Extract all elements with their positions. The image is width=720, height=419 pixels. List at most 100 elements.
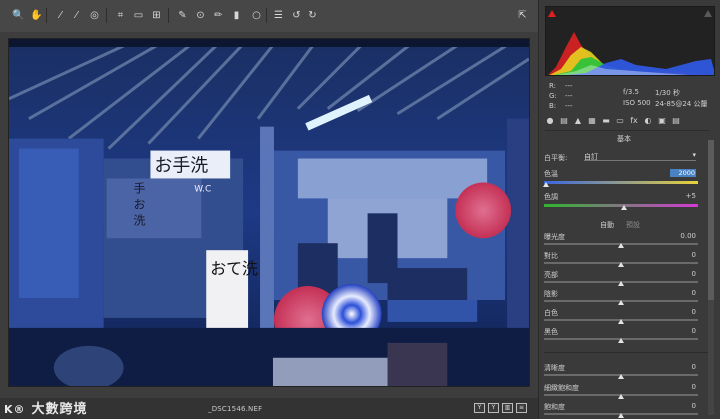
- snapshots-icon[interactable]: ▤: [671, 116, 681, 126]
- default-button[interactable]: 預設: [626, 220, 640, 230]
- tone-slider-value-3[interactable]: 0: [666, 289, 696, 297]
- white-balance-value: 自訂: [584, 153, 598, 161]
- radial-filter-icon[interactable]: ○: [250, 9, 263, 22]
- tone-curve-icon[interactable]: ▤: [559, 116, 569, 126]
- tone-slider-label-1: 對比: [544, 252, 558, 260]
- rgb-g-value: ---: [565, 92, 573, 100]
- view-before-after-button[interactable]: Y: [474, 403, 485, 413]
- presence-slider-label-1: 細緻飽和度: [544, 384, 579, 392]
- rgb-g-label: G:: [549, 92, 557, 100]
- tone-slider-value-1[interactable]: 0: [666, 251, 696, 259]
- white-balance-icon[interactable]: ⁄: [54, 9, 67, 22]
- sign-wc: W.C: [194, 184, 211, 194]
- panel-title: 基本: [617, 135, 631, 143]
- toolbar-separator: [266, 8, 267, 23]
- panel-tabs: ● ▤ ▲ ▦ ▬ ▭ fx ◐ ▣ ▤: [539, 116, 720, 128]
- chevron-down-icon: ▾: [692, 151, 696, 159]
- tint-label: 色調: [544, 193, 558, 201]
- spot-removal-icon[interactable]: ✎: [176, 9, 189, 22]
- tone-slider-thumb-3[interactable]: [618, 300, 624, 305]
- tone-slider-thumb-4[interactable]: [618, 319, 624, 324]
- presets-icon[interactable]: ▣: [657, 116, 667, 126]
- toolbar-separator: [106, 8, 107, 23]
- sign-text-top: お手洗: [154, 155, 208, 176]
- targeted-adjust-icon[interactable]: ◎: [88, 9, 101, 22]
- highlight-clipping-warning-icon[interactable]: [704, 9, 712, 17]
- shadow-clipping-warning-icon[interactable]: [548, 9, 556, 17]
- toggle-fullscreen-icon[interactable]: ⇱: [516, 9, 529, 22]
- presence-slider-label-0: 清晰度: [544, 364, 565, 372]
- white-balance-select[interactable]: 自訂 ▾: [584, 151, 696, 161]
- tone-slider-thumb-2[interactable]: [618, 281, 624, 286]
- tone-slider-label-4: 白色: [544, 309, 558, 317]
- shutter-value: 1/30 秒: [655, 89, 680, 97]
- presence-slider-value-1[interactable]: 0: [666, 383, 696, 391]
- rgb-r-label: R:: [549, 82, 557, 90]
- temperature-label: 色溫: [544, 170, 558, 178]
- tone-slider-thumb-0[interactable]: [618, 243, 624, 248]
- presence-slider-value-2[interactable]: 0: [666, 402, 696, 410]
- tone-slider-label-2: 亮部: [544, 271, 558, 279]
- detail-icon[interactable]: ▲: [573, 116, 583, 126]
- tone-slider-value-4[interactable]: 0: [666, 308, 696, 316]
- presence-slider-thumb-1[interactable]: [618, 394, 624, 399]
- temperature-slider-thumb[interactable]: [542, 182, 549, 187]
- camera-calibration-icon[interactable]: ◐: [643, 116, 653, 126]
- crop-icon[interactable]: ⌗: [114, 9, 127, 22]
- red-eye-icon[interactable]: ⊙: [194, 9, 207, 22]
- rgb-r-value: ---: [565, 82, 573, 90]
- image-preview[interactable]: お手洗 手 お 洗 W.C おて洗: [8, 38, 530, 387]
- split-toning-icon[interactable]: ▬: [601, 116, 611, 126]
- hand-icon[interactable]: ✋: [30, 9, 43, 22]
- white-balance-label: 白平衡:: [544, 154, 568, 162]
- tone-slider-label-3: 陰影: [544, 290, 558, 298]
- toolbar-separator: [168, 8, 169, 23]
- rotate-cw-icon[interactable]: ↻: [306, 9, 319, 22]
- toolbar: 🔍 ✋ ⁄ ⁄ ◎ ⌗ ▭ ⊞ ✎ ⊙ ✏ ▮ ○ ☰ ↺ ↻ ⇱: [0, 0, 540, 32]
- graduated-filter-icon[interactable]: ▮: [230, 9, 243, 22]
- view-copy-settings-button[interactable]: ▥: [502, 403, 513, 413]
- presence-slider-value-0[interactable]: 0: [666, 363, 696, 371]
- effects-icon[interactable]: fx: [629, 116, 639, 126]
- toolbar-separator: [46, 8, 47, 23]
- tone-slider-label-5: 黑色: [544, 328, 558, 336]
- tint-slider-thumb[interactable]: [621, 205, 628, 210]
- tone-slider-value-5[interactable]: 0: [666, 327, 696, 335]
- color-sampler-icon[interactable]: ⁄: [70, 9, 83, 22]
- filename-label: _DSC1546.NEF: [208, 405, 263, 413]
- section-divider: [544, 352, 708, 353]
- presence-slider-thumb-2[interactable]: [618, 413, 624, 418]
- adjustment-brush-icon[interactable]: ✏: [212, 9, 225, 22]
- panel-scrollbar[interactable]: [708, 140, 714, 415]
- view-swap-button[interactable]: Y: [488, 403, 499, 413]
- photo-scene: お手洗 手 お 洗 W.C おて洗: [9, 39, 529, 386]
- sign-text-vertical: おて洗: [210, 259, 258, 278]
- rgb-b-value: ---: [565, 102, 573, 110]
- straighten-icon[interactable]: ▭: [132, 9, 145, 22]
- temperature-value[interactable]: 2000: [670, 169, 696, 177]
- lens-corrections-icon[interactable]: ▭: [615, 116, 625, 126]
- histogram: [545, 6, 715, 76]
- view-toggle-button[interactable]: ≡: [516, 403, 527, 413]
- watermark: K® 大數跨境: [4, 398, 88, 417]
- temperature-track[interactable]: [544, 181, 698, 184]
- tone-slider-value-0[interactable]: 0.00: [666, 232, 696, 240]
- tone-slider-thumb-5[interactable]: [618, 338, 624, 343]
- tone-slider-thumb-1[interactable]: [618, 262, 624, 267]
- transform-icon[interactable]: ⊞: [150, 9, 163, 22]
- tone-slider-value-2[interactable]: 0: [666, 270, 696, 278]
- basic-icon[interactable]: ●: [545, 116, 555, 126]
- presence-slider-thumb-0[interactable]: [618, 374, 624, 379]
- preferences-icon[interactable]: ☰: [272, 9, 285, 22]
- auto-button[interactable]: 自動: [600, 220, 614, 230]
- watermark-text: 大數跨境: [31, 402, 88, 417]
- scrollbar-thumb[interactable]: [708, 140, 714, 300]
- aperture-value: f/3.5: [623, 88, 639, 96]
- zoom-icon[interactable]: 🔍: [12, 9, 25, 22]
- watermark-logo: K®: [4, 403, 26, 416]
- tone-slider-label-0: 曝光度: [544, 233, 565, 241]
- hsl-icon[interactable]: ▦: [587, 116, 597, 126]
- sign-side-2: お: [134, 197, 146, 211]
- tint-value[interactable]: +5: [666, 192, 696, 200]
- rotate-ccw-icon[interactable]: ↺: [290, 9, 303, 22]
